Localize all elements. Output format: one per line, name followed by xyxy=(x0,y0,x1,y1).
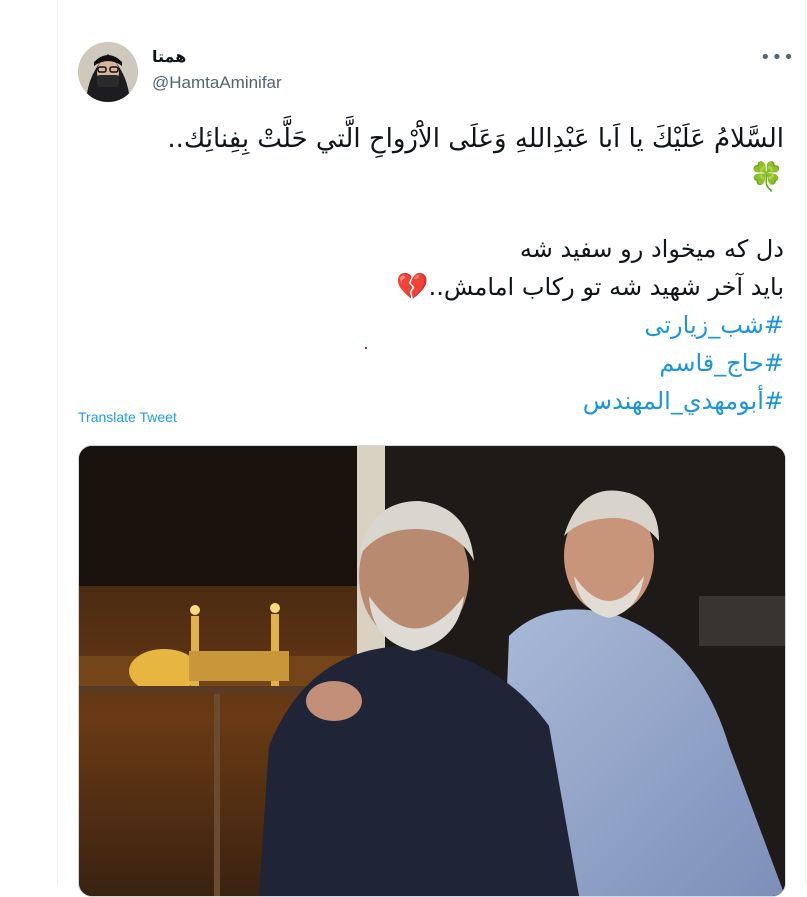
timeline-left-border xyxy=(57,0,58,885)
timeline-right-border xyxy=(805,0,806,885)
tweet-line-verse-1: دل که میخواد رو سفید شه xyxy=(519,235,784,263)
tweet-line-verse-2-text: باید آخر شهید شه تو رکاب امامش.. xyxy=(428,273,784,301)
broken-heart-icon: 💔 xyxy=(396,272,429,302)
translate-tweet-link[interactable]: Translate Tweet xyxy=(78,409,177,425)
photo-image xyxy=(79,446,785,896)
stray-dot xyxy=(365,347,367,349)
user-handle[interactable]: @HamtaAminifar xyxy=(152,73,282,93)
hashtag-link[interactable]: #شب_زیارتی xyxy=(78,306,784,344)
hashtag-link[interactable]: #حاج_قاسم xyxy=(78,344,784,382)
hashtag-link[interactable]: #أبومهدي_المهندس xyxy=(78,382,784,420)
tweet-text: السَّلامُ عَلَيْكَ يا اَبا عَبْدِاللهِ و… xyxy=(78,118,784,420)
tweet-line-verse-2: باید آخر شهید شه تو رکاب امامش..💔 xyxy=(78,268,784,306)
tweet-media-photo[interactable] xyxy=(78,445,786,897)
tweet-line-salutation: السَّلامُ عَلَيْكَ يا اَبا عَبْدِاللهِ و… xyxy=(167,124,784,154)
tweet-line-clover: 🍀 xyxy=(78,160,784,195)
four-leaf-clover-icon: 🍀 xyxy=(749,160,784,193)
avatar-image xyxy=(78,42,138,102)
more-options-button[interactable]: ••• xyxy=(760,48,794,68)
avatar[interactable] xyxy=(78,42,138,102)
display-name[interactable]: همتا xyxy=(152,47,186,66)
